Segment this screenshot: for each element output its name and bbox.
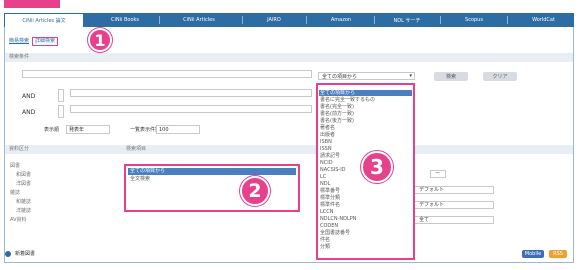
tab-separator [507, 16, 508, 24]
tab-ndl-search[interactable]: NDL サーチ [382, 14, 432, 26]
chevron-down-icon: ▾ [409, 73, 412, 79]
tab-worldcat[interactable]: WorldCat [516, 14, 571, 26]
breadcrumb-detail-search[interactable]: 詳細検索 [32, 37, 59, 46]
field-select-value: 全ての項目から [322, 73, 358, 80]
dropdown-option[interactable]: 書名(前方一致) [320, 112, 354, 117]
target-item[interactable]: 和図書 [16, 173, 31, 178]
operator-label-2: AND [22, 109, 36, 116]
footer-note[interactable]: 新着図書 [15, 252, 35, 257]
target-item[interactable]: 和雑誌 [16, 200, 31, 205]
right-select-3[interactable]: 全て [414, 216, 494, 224]
display-count-value: 100 [159, 127, 169, 133]
dropdown-option[interactable]: LCCN [320, 210, 334, 215]
search-items-label: 検索項目 [126, 146, 147, 152]
search-button[interactable]: 検索 [434, 72, 468, 81]
search-items-list[interactable]: 全ての項目から 全文検索 [124, 164, 300, 212]
tab-separator [159, 16, 160, 24]
range-field[interactable]: ー [430, 170, 446, 178]
breadcrumb-simple-search[interactable]: 簡易検索 [9, 39, 29, 44]
search-items-option[interactable]: 全文検索 [130, 177, 150, 182]
dropdown-option[interactable]: NCID [320, 161, 333, 166]
dropdown-option[interactable]: 標準番号 [320, 189, 340, 194]
dropdown-option[interactable]: ISBN [320, 140, 332, 145]
display-count-select[interactable]: 100 [156, 125, 200, 134]
dropdown-option[interactable]: 書名(後方一致) [320, 119, 354, 124]
target-item[interactable]: AV資料 [10, 218, 27, 223]
tab-separator [374, 16, 375, 24]
lower-section-header [5, 145, 573, 154]
dropdown-option[interactable]: NDL [320, 182, 330, 187]
dropdown-option[interactable]: 分類 [320, 245, 330, 250]
dropdown-option[interactable]: 標準分類 [320, 196, 340, 201]
clear-button[interactable]: クリア [483, 72, 517, 81]
search-items-option-selected[interactable]: 全ての項目から [128, 168, 296, 175]
rss-button[interactable]: RSS [549, 250, 567, 258]
keyword-input-3[interactable] [70, 105, 312, 113]
target-item[interactable]: 図書 [10, 164, 20, 169]
dropdown-option[interactable]: 出版者 [320, 133, 335, 138]
tab-amazon[interactable]: Amazon [316, 14, 366, 26]
dropdown-option[interactable]: NDLCN-NDLPN [320, 217, 357, 222]
field-select[interactable]: 全ての項目から ▾ [318, 72, 415, 80]
tab-cinii-articles[interactable]: CiNii Articles [169, 14, 229, 26]
tab-jairo[interactable]: JAIRO [249, 14, 299, 26]
operator-select-1[interactable] [58, 89, 64, 102]
operator-label-1: AND [22, 93, 36, 100]
callout-1: 1 [88, 28, 112, 52]
dropdown-option[interactable]: 著者名 [320, 126, 335, 131]
display-order-value: 発表年 [69, 127, 85, 133]
search-conditions-label: 検索条件 [9, 54, 30, 60]
target-item[interactable]: 雑誌 [10, 191, 20, 196]
display-order-label: 表示順 [44, 127, 60, 133]
dropdown-option[interactable]: 件名 [320, 238, 330, 243]
info-icon [5, 251, 11, 257]
search-conditions-header [5, 53, 573, 62]
right-select-2[interactable]: デフォルト [414, 201, 494, 209]
dropdown-option[interactable]: 書名(完全一致) [320, 105, 354, 110]
keyword-input-2[interactable] [70, 89, 312, 97]
top-label-bar [4, 0, 60, 8]
dropdown-option[interactable]: ISSN [320, 147, 332, 152]
tab-cinii-books[interactable]: CiNii Books [100, 14, 150, 26]
dropdown-option[interactable]: LC [320, 175, 326, 180]
tab-scopus[interactable]: Scopus [449, 14, 499, 26]
dropdown-option[interactable]: 全国書誌番号 [320, 231, 350, 236]
callout-3: 3 [361, 151, 393, 183]
keyword-input-1[interactable] [22, 70, 312, 78]
dropdown-option[interactable]: NACSIS-ID [320, 168, 346, 173]
tab-bar: CiNii Articles 論文 CiNii Books CiNii Arti… [4, 13, 574, 27]
display-order-select[interactable]: 発表年 [66, 125, 110, 134]
tab-cinii-articles-ja[interactable]: CiNii Articles 論文 [4, 13, 84, 27]
callout-2: 2 [240, 176, 270, 206]
tab-separator [440, 16, 441, 24]
dropdown-option[interactable]: 標準件名 [320, 203, 340, 208]
mobile-button[interactable]: Mobile [522, 250, 544, 258]
dropdown-option[interactable]: CODEN [320, 224, 338, 229]
tab-separator [242, 16, 243, 24]
target-item[interactable]: 洋図書 [16, 182, 31, 187]
dropdown-option[interactable]: 全ての項目から [320, 91, 355, 96]
right-select-1[interactable]: デフォルト [414, 186, 494, 194]
dropdown-option[interactable]: 書名に完全一致するもの [320, 98, 375, 103]
target-item[interactable]: 洋雑誌 [16, 209, 31, 214]
operator-select-2[interactable] [58, 105, 64, 118]
dropdown-option[interactable]: 請求記号 [320, 154, 340, 159]
search-target-label: 資料区分 [9, 146, 30, 152]
tab-separator [306, 16, 307, 24]
